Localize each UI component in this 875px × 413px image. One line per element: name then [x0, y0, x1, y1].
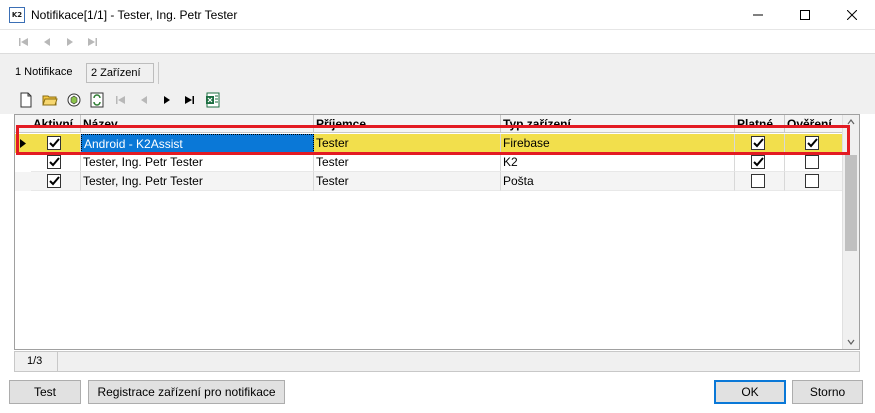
- platne-checkbox[interactable]: [751, 174, 765, 188]
- register-device-button[interactable]: Registrace zařízení pro notifikace: [88, 380, 285, 404]
- checkmark-icon: [49, 138, 60, 148]
- previous-record-icon[interactable]: [40, 35, 54, 49]
- refresh-icon[interactable]: [66, 92, 82, 108]
- row-indicator-header: [15, 115, 31, 133]
- column-header-overeni[interactable]: Ověření: [785, 115, 843, 133]
- scroll-up-icon[interactable]: [846, 117, 856, 127]
- cell-overeni[interactable]: [785, 153, 843, 172]
- maximize-icon: [800, 10, 810, 20]
- cell-platne[interactable]: [735, 172, 785, 191]
- close-icon: [847, 10, 857, 20]
- platne-checkbox[interactable]: [751, 155, 765, 169]
- aktivni-checkbox[interactable]: [47, 174, 61, 188]
- next-record-icon[interactable]: [63, 35, 77, 49]
- record-count: 1/3: [27, 355, 43, 367]
- column-header-platne[interactable]: Platné: [735, 115, 785, 133]
- cell-nazev[interactable]: Tester, Ing. Petr Tester: [81, 153, 314, 172]
- platne-checkbox[interactable]: [751, 136, 765, 150]
- tab-divider: [158, 62, 159, 84]
- cell-typ-zarizeni[interactable]: Pošta: [501, 172, 735, 191]
- checkmark-icon: [807, 138, 818, 148]
- cell-platne[interactable]: [735, 153, 785, 172]
- cell-prijemce[interactable]: Tester: [314, 172, 501, 191]
- excel-export-icon[interactable]: [205, 92, 221, 108]
- test-button[interactable]: Test: [9, 380, 81, 404]
- grid-vertical-scrollbar[interactable]: [842, 115, 859, 349]
- maximize-button[interactable]: [782, 0, 828, 30]
- cell-nazev[interactable]: Android - K2Assist: [81, 134, 314, 153]
- status-divider: [57, 352, 58, 371]
- checkmark-icon: [753, 157, 764, 167]
- table-row[interactable]: Tester, Ing. Petr Tester Tester K2: [15, 153, 843, 172]
- next-record-icon[interactable]: [159, 92, 175, 108]
- overeni-checkbox[interactable]: [805, 174, 819, 188]
- header-navigation: [0, 31, 875, 53]
- last-record-icon[interactable]: [181, 92, 197, 108]
- cell-typ-zarizeni[interactable]: Firebase: [501, 134, 735, 153]
- tab-bar: 1 Notifikace 2 Zařízení: [0, 53, 875, 86]
- cancel-button[interactable]: Storno: [792, 380, 863, 404]
- previous-record-icon[interactable]: [136, 92, 152, 108]
- scroll-down-icon[interactable]: [846, 337, 856, 347]
- first-record-icon[interactable]: [113, 92, 129, 108]
- cell-prijemce[interactable]: Tester: [314, 134, 501, 153]
- ok-button[interactable]: OK: [714, 380, 786, 404]
- aktivni-checkbox[interactable]: [47, 155, 61, 169]
- table-row[interactable]: Android - K2Assist Tester Firebase: [15, 134, 843, 153]
- tab-notifikace[interactable]: 1 Notifikace: [11, 63, 76, 83]
- cell-aktivni[interactable]: [31, 172, 81, 191]
- overeni-checkbox[interactable]: [805, 136, 819, 150]
- table-row[interactable]: Tester, Ing. Petr Tester Tester Pošta: [15, 172, 843, 191]
- checkmark-icon: [753, 138, 764, 148]
- checkmark-icon: [49, 157, 60, 167]
- column-header-typ-zarizeni[interactable]: Typ zařízení: [501, 115, 735, 133]
- scrollbar-thumb[interactable]: [845, 155, 857, 251]
- column-header-prijemce[interactable]: Příjemce: [314, 115, 501, 133]
- cell-prijemce[interactable]: Tester: [314, 153, 501, 172]
- column-header-nazev[interactable]: Název: [81, 115, 314, 133]
- cell-overeni[interactable]: [785, 134, 843, 153]
- app-logo-icon: K2: [9, 7, 25, 23]
- first-record-icon[interactable]: [17, 35, 31, 49]
- cell-aktivni[interactable]: [31, 153, 81, 172]
- cell-aktivni[interactable]: [31, 134, 81, 153]
- open-folder-icon[interactable]: [42, 92, 58, 108]
- minimize-button[interactable]: [735, 0, 781, 30]
- sync-icon[interactable]: [89, 92, 105, 108]
- aktivni-checkbox[interactable]: [47, 136, 61, 150]
- last-record-icon[interactable]: [85, 35, 99, 49]
- tab-zarizeni[interactable]: 2 Zařízení: [86, 63, 154, 83]
- overeni-checkbox[interactable]: [805, 155, 819, 169]
- status-bar: 1/3: [14, 351, 860, 372]
- title-bar: K2 Notifikace[1/1] - Tester, Ing. Petr T…: [0, 0, 875, 30]
- minimize-icon: [753, 14, 763, 16]
- devices-grid[interactable]: Aktivní Název Příjemce Typ zařízení Plat…: [14, 114, 860, 350]
- grid-header: Aktivní Název Příjemce Typ zařízení Plat…: [15, 115, 843, 133]
- cell-typ-zarizeni[interactable]: K2: [501, 153, 735, 172]
- new-record-icon[interactable]: [18, 92, 34, 108]
- column-header-aktivni[interactable]: Aktivní: [31, 115, 81, 133]
- close-button[interactable]: [829, 0, 875, 30]
- cell-overeni[interactable]: [785, 172, 843, 191]
- cell-nazev[interactable]: Tester, Ing. Petr Tester: [81, 172, 314, 191]
- grid-toolbar: [0, 86, 875, 114]
- checkmark-icon: [49, 176, 60, 186]
- cell-platne[interactable]: [735, 134, 785, 153]
- current-row-indicator-icon: [20, 139, 26, 148]
- window-title: Notifikace[1/1] - Tester, Ing. Petr Test…: [31, 8, 238, 22]
